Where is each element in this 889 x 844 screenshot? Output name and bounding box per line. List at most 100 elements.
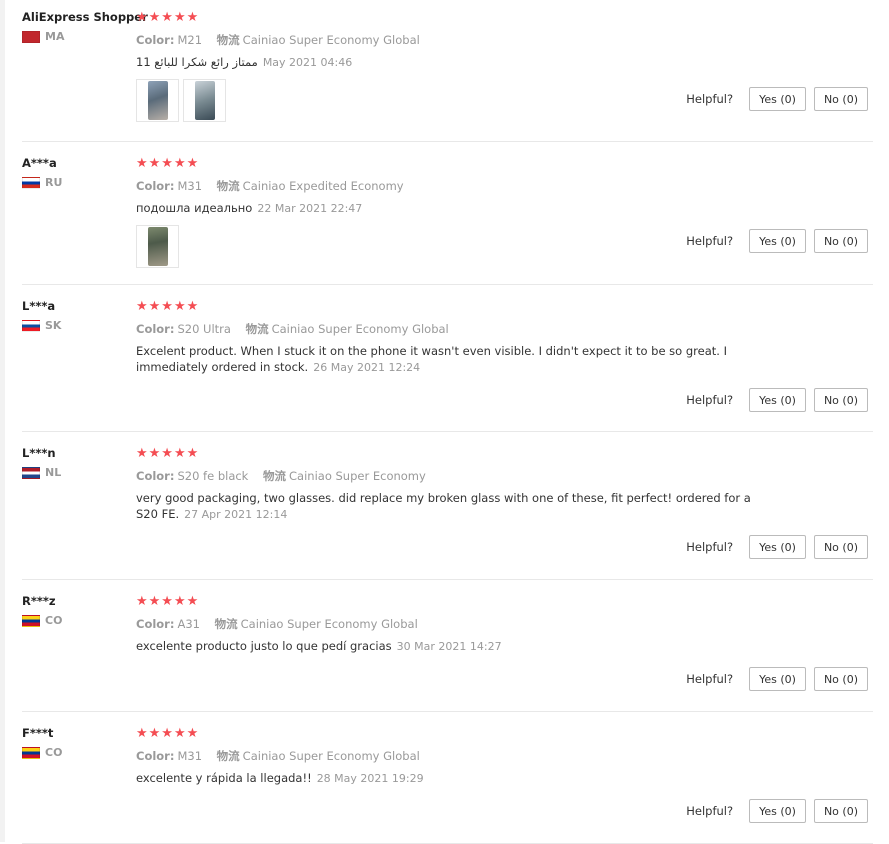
helpful-label: Helpful?	[686, 92, 734, 106]
review-time: 30 Mar 2021 14:27	[396, 640, 502, 653]
review-user: F***t CO	[22, 726, 134, 759]
helpful-label: Helpful?	[686, 540, 734, 554]
shipping-value: Cainiao Expedited Economy	[242, 179, 404, 193]
flag-icon	[22, 176, 40, 189]
user-name: AliExpress Shopper	[22, 10, 148, 24]
user-country: MA	[22, 30, 134, 43]
flag-icon	[22, 319, 40, 332]
review-body: ★★★★★ Color: M31 物流 Cainiao Super Economy …	[136, 726, 873, 787]
helpful-label: Helpful?	[686, 393, 734, 407]
review-photo-thumbnail[interactable]	[136, 225, 179, 268]
helpful-label: Helpful?	[686, 804, 734, 818]
review-body: ★★★★★ Color: S20 Ultra 物流 Cainiao Super Ec…	[136, 299, 873, 376]
user-name: L***a	[22, 299, 56, 313]
photo-image	[194, 81, 215, 120]
helpful-label: Helpful?	[686, 234, 734, 248]
helpful-controls: Helpful? Yes (0) No (0)	[686, 229, 868, 253]
review-item: L***n NL ★★★★★ Color: S20 fe black 物流 Cain…	[22, 432, 873, 580]
review-content: excelente producto justo lo que pedí gra…	[136, 639, 392, 653]
review-time: 22 Mar 2021 22:47	[257, 202, 363, 215]
user-name: A***a	[22, 156, 57, 170]
star-rating: ★★★★★	[136, 594, 200, 609]
color-value: S20 Ultra	[177, 322, 231, 336]
helpful-yes-button[interactable]: Yes (0)	[749, 799, 806, 823]
color-key: Color:	[136, 617, 175, 631]
helpful-yes-button[interactable]: Yes (0)	[749, 87, 806, 111]
review-text: подошла идеально 22 Mar 2021 22:47	[136, 200, 776, 217]
star-rating: ★★★★★	[136, 156, 200, 171]
review-attributes: Color: A31 物流 Cainiao Super Economy Global	[136, 616, 873, 632]
review-attributes: Color: S20 Ultra 物流 Cainiao Super Economy …	[136, 321, 873, 337]
review-photo-thumbnail[interactable]	[136, 79, 179, 122]
review-content: excelente y rápida la llegada!!	[136, 771, 312, 785]
review-attributes: Color: M21 物流 Cainiao Super Economy Global	[136, 32, 873, 48]
country-code: RU	[45, 176, 63, 189]
shipping-value: Cainiao Super Economy Global	[242, 749, 420, 763]
color-key: Color:	[136, 33, 175, 47]
shipping-key: 物流	[214, 617, 238, 631]
review-user: R***z CO	[22, 594, 134, 627]
helpful-controls: Helpful? Yes (0) No (0)	[686, 799, 868, 823]
review-attributes: Color: M31 物流 Cainiao Super Economy Global	[136, 748, 873, 764]
shipping-key: 物流	[245, 322, 269, 336]
review-item: AliExpress Shopper MA ★★★★★ Color: M21 物流…	[22, 0, 873, 142]
helpful-yes-button[interactable]: Yes (0)	[749, 667, 806, 691]
color-value: M31	[177, 749, 203, 763]
review-user: L***n NL	[22, 446, 134, 479]
helpful-no-button[interactable]: No (0)	[813, 799, 868, 823]
review-attributes: Color: M31 物流 Cainiao Expedited Economy	[136, 178, 873, 194]
flag-icon	[22, 466, 40, 479]
review-time: 26 May 2021 12:24	[313, 361, 421, 374]
country-code: CO	[45, 746, 63, 759]
review-text: very good packaging, two glasses. did re…	[136, 490, 776, 523]
country-code: SK	[45, 319, 62, 332]
review-text: excelente producto justo lo que pedí gra…	[136, 638, 776, 655]
helpful-controls: Helpful? Yes (0) No (0)	[686, 667, 868, 691]
shipping-key: 物流	[216, 749, 240, 763]
review-time: 27 Apr 2021 12:14	[184, 508, 288, 521]
star-rating: ★★★★★	[136, 726, 200, 741]
review-item: L***a SK ★★★★★ Color: S20 Ultra 物流 Cainiao…	[22, 285, 873, 432]
review-user: A***a RU	[22, 156, 134, 189]
user-country: SK	[22, 319, 134, 332]
flag-icon	[22, 30, 40, 43]
review-content: Excelent product. When I stuck it on the…	[136, 344, 727, 374]
helpful-controls: Helpful? Yes (0) No (0)	[686, 535, 868, 559]
color-key: Color:	[136, 469, 175, 483]
shipping-value: Cainiao Super Economy Global	[242, 33, 420, 47]
color-key: Color:	[136, 179, 175, 193]
review-text: Excelent product. When I stuck it on the…	[136, 343, 776, 376]
color-key: Color:	[136, 322, 175, 336]
helpful-controls: Helpful? Yes (0) No (0)	[686, 87, 868, 111]
helpful-no-button[interactable]: No (0)	[813, 87, 868, 111]
flag-icon	[22, 614, 40, 627]
user-name: L***n	[22, 446, 56, 460]
review-user: L***a SK	[22, 299, 134, 332]
helpful-label: Helpful?	[686, 672, 734, 686]
helpful-no-button[interactable]: No (0)	[813, 388, 868, 412]
photo-image	[147, 227, 168, 266]
user-name: R***z	[22, 594, 56, 608]
review-time: 28 May 2021 19:29	[316, 772, 424, 785]
review-content: подошла идеально	[136, 201, 253, 215]
user-country: NL	[22, 466, 134, 479]
review-text: 11 ممتاز رائع شكرا للبائع May 2021 04:46	[136, 54, 776, 71]
helpful-no-button[interactable]: No (0)	[813, 535, 868, 559]
review-photo-thumbnail[interactable]	[183, 79, 226, 122]
helpful-no-button[interactable]: No (0)	[813, 229, 868, 253]
helpful-controls: Helpful? Yes (0) No (0)	[686, 388, 868, 412]
star-rating: ★★★★★	[136, 10, 200, 25]
left-divider	[0, 0, 5, 842]
shipping-value: Cainiao Super Economy Global	[271, 322, 449, 336]
review-user: AliExpress Shopper MA	[22, 10, 148, 43]
helpful-yes-button[interactable]: Yes (0)	[749, 535, 806, 559]
review-content: 11 ممتاز رائع شكرا للبائع	[136, 55, 258, 69]
user-name: F***t	[22, 726, 54, 740]
user-country: CO	[22, 746, 134, 759]
helpful-yes-button[interactable]: Yes (0)	[749, 229, 806, 253]
review-time: May 2021 04:46	[262, 56, 353, 69]
shipping-key: 物流	[216, 179, 240, 193]
helpful-yes-button[interactable]: Yes (0)	[749, 388, 806, 412]
star-rating: ★★★★★	[136, 446, 200, 461]
helpful-no-button[interactable]: No (0)	[813, 667, 868, 691]
